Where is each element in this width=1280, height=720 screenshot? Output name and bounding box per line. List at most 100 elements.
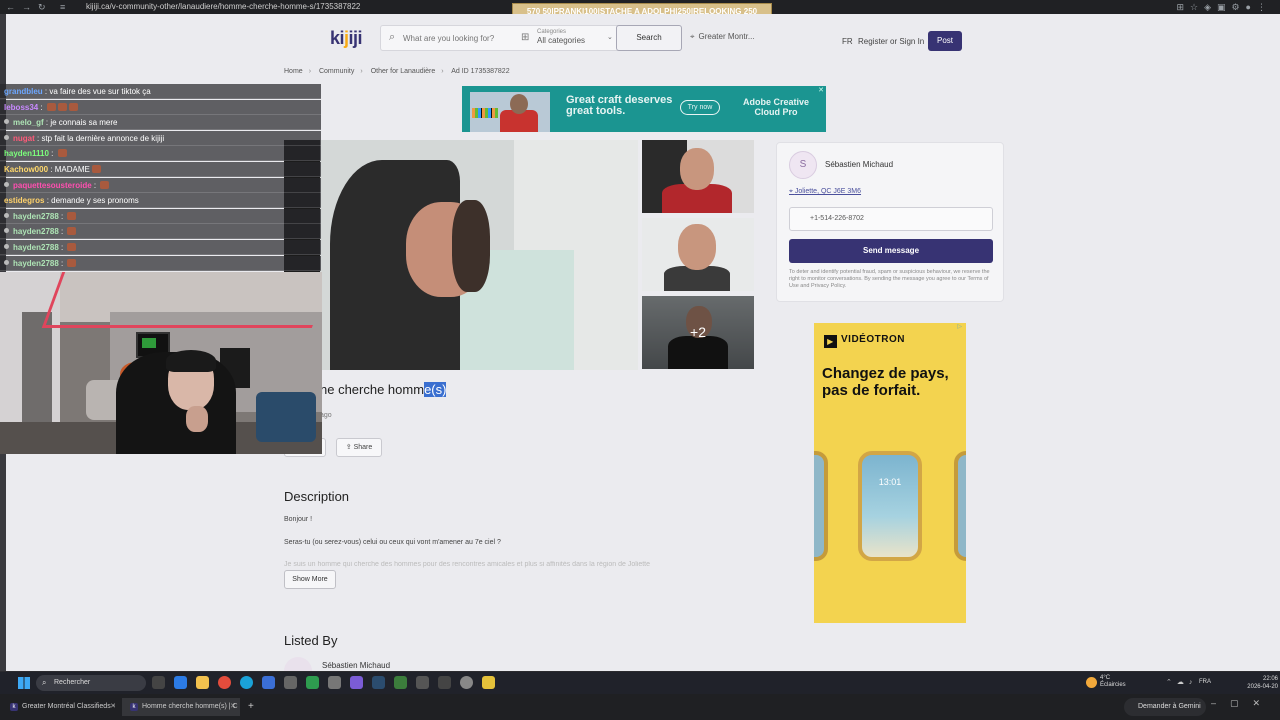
- steam-icon[interactable]: [372, 676, 385, 689]
- app-icon[interactable]: [394, 676, 407, 689]
- phone-field[interactable]: +1-514-226-8702: [789, 207, 993, 231]
- taskbar-search[interactable]: ⌕ Rechercher: [36, 675, 146, 691]
- app-icon[interactable]: [174, 676, 187, 689]
- kijiji-favicon: k: [130, 703, 138, 711]
- new-tab-icon[interactable]: +: [244, 698, 254, 716]
- chat-username[interactable]: leboss34: [4, 103, 38, 112]
- chat-username[interactable]: hayden2788: [13, 227, 59, 236]
- ad-try-now-button[interactable]: Try now: [680, 100, 720, 115]
- breadcrumb-ad-id: Ad ID 1735387822: [451, 68, 510, 75]
- address-bar[interactable]: kijiji.ca/v-community-other/lanaudiere/h…: [86, 2, 360, 11]
- main-listing-photo[interactable]: [284, 140, 638, 370]
- chat-message: hayden2788 :: [0, 208, 321, 224]
- videotron-ad[interactable]: ▶ VIDÉOTRON Changez de pays, pas de forfa…: [814, 323, 966, 623]
- forward-icon[interactable]: →: [22, 2, 31, 12]
- more-photos-count[interactable]: +2: [642, 296, 754, 369]
- language-toggle[interactable]: FR: [842, 37, 853, 46]
- post-ad-button[interactable]: Post: [928, 31, 962, 51]
- thumbnail-2[interactable]: [642, 218, 754, 291]
- ad-close-icon[interactable]: ✕: [818, 86, 824, 94]
- app-icon[interactable]: [328, 676, 341, 689]
- streamer-webcam: [0, 272, 322, 454]
- categories-icon: ⊞: [521, 32, 530, 43]
- weather-widget[interactable]: 4°C Éclaircies: [1100, 675, 1126, 689]
- show-more-button[interactable]: Show More: [284, 570, 336, 589]
- listing-title: ne cherche homme(s): [320, 382, 447, 397]
- chat-badge-icon: [4, 244, 9, 249]
- app-icon[interactable]: [306, 676, 319, 689]
- chat-text: :: [58, 258, 66, 268]
- chat-badge-icon: [4, 119, 9, 125]
- thumbnail-3[interactable]: +2: [642, 296, 754, 369]
- app-icon[interactable]: [416, 676, 429, 689]
- description-faded-text: Je suis un homme qui cherche des hommes …: [284, 561, 651, 568]
- phone-image-left: [814, 451, 828, 561]
- edge-icon[interactable]: [240, 676, 253, 689]
- chat-username[interactable]: melo_gf: [13, 118, 44, 127]
- chrome-icon[interactable]: [218, 676, 231, 689]
- chat-username[interactable]: hayden2788: [13, 212, 59, 221]
- seller-avatar[interactable]: S: [789, 151, 817, 179]
- start-icon[interactable]: [18, 677, 30, 689]
- gemini-button[interactable]: Demander à Gemini: [1124, 698, 1206, 716]
- chat-text: :: [91, 180, 99, 190]
- app-icon[interactable]: [460, 676, 473, 689]
- settings-icon[interactable]: [284, 676, 297, 689]
- chat-badge-icon: [4, 181, 9, 187]
- search-input[interactable]: [403, 31, 513, 45]
- stream-chat-overlay: grandbleu : va faire des vue sur tiktok …: [0, 84, 321, 272]
- kijiji-favicon: k: [10, 703, 18, 711]
- chat-username[interactable]: hayden2788: [13, 243, 59, 252]
- seller-location[interactable]: ⌖ Joliette, QC J6E 3M6: [789, 188, 861, 196]
- tab-listing[interactable]: k Homme cherche homme(s) | C ✕: [122, 698, 240, 716]
- ad-choices-icon[interactable]: ▷: [957, 323, 962, 330]
- chat-username[interactable]: paquettesousteroide: [13, 181, 92, 190]
- chat-message: melo_gf : je connais sa mere: [0, 115, 321, 131]
- breadcrumb-home[interactable]: Home: [284, 68, 303, 75]
- tab-classifieds[interactable]: k Greater Montréal Classifieds - ✕: [2, 698, 120, 716]
- chat-username[interactable]: hayden2788: [13, 259, 59, 268]
- site-info-icon[interactable]: ≡: [60, 2, 65, 12]
- input-language[interactable]: FRA: [1199, 679, 1211, 685]
- chat-username[interactable]: grandbleu: [4, 87, 43, 96]
- register-signin-link[interactable]: Register or Sign In: [858, 37, 924, 46]
- chat-badge-icon: [4, 212, 9, 218]
- send-message-button[interactable]: Send message: [789, 239, 993, 263]
- chat-text: : va faire des vue sur tiktok ça: [42, 87, 151, 96]
- listed-by-avatar[interactable]: [284, 657, 312, 671]
- app-icon[interactable]: [438, 676, 451, 689]
- chat-username[interactable]: Kachow000: [4, 165, 48, 174]
- chat-badge-icon: [4, 134, 9, 140]
- seller-card: S Sébastien Michaud ⌖ Joliette, QC J6E 3…: [776, 142, 1004, 302]
- chat-username[interactable]: hayden1110: [4, 149, 49, 158]
- breadcrumb-community[interactable]: Community: [319, 68, 354, 75]
- breadcrumb-category[interactable]: Other for Lanaudière: [371, 68, 436, 75]
- reload-icon[interactable]: ↻: [38, 2, 46, 13]
- chat-username[interactable]: nugat: [13, 134, 35, 143]
- app-icon[interactable]: [262, 676, 275, 689]
- discord-icon[interactable]: [350, 676, 363, 689]
- window-controls[interactable]: –▢✕: [1211, 698, 1274, 709]
- chat-message: grandbleu : va faire des vue sur tiktok …: [0, 84, 321, 99]
- category-select[interactable]: ⊞ Categories All categories ⌄: [521, 29, 615, 47]
- seller-name[interactable]: Sébastien Michaud: [825, 160, 893, 169]
- location-selector[interactable]: ⌖ Greater Montr...: [690, 32, 755, 42]
- chat-message: hayden2788 :: [0, 224, 321, 240]
- listed-by-name[interactable]: Sébastien Michaud: [322, 661, 390, 670]
- kijiji-logo[interactable]: kijiji: [330, 28, 363, 49]
- browser-extension-icons[interactable]: ⊞☆◈▣⚙●⋮: [1176, 2, 1272, 13]
- file-explorer-icon[interactable]: [196, 676, 209, 689]
- adobe-banner-ad[interactable]: Great craft deserves great tools. Try no…: [462, 86, 826, 132]
- chat-username[interactable]: estidegros: [4, 196, 44, 205]
- app-icon[interactable]: [482, 676, 495, 689]
- clock[interactable]: 22:06 2026-04-20: [1246, 675, 1278, 691]
- share-button[interactable]: ⇪ Share: [336, 438, 382, 457]
- system-tray-icons[interactable]: ⌃☁♪: [1166, 678, 1197, 686]
- emote-icon: [67, 211, 77, 220]
- thumbnail-1[interactable]: [642, 140, 754, 213]
- search-button[interactable]: Search: [616, 25, 682, 51]
- back-icon[interactable]: ←: [6, 2, 15, 12]
- task-view-icon[interactable]: [152, 676, 165, 689]
- ad-photo: [470, 92, 550, 132]
- fraud-disclaimer: To deter and identify potential fraud, s…: [789, 269, 990, 289]
